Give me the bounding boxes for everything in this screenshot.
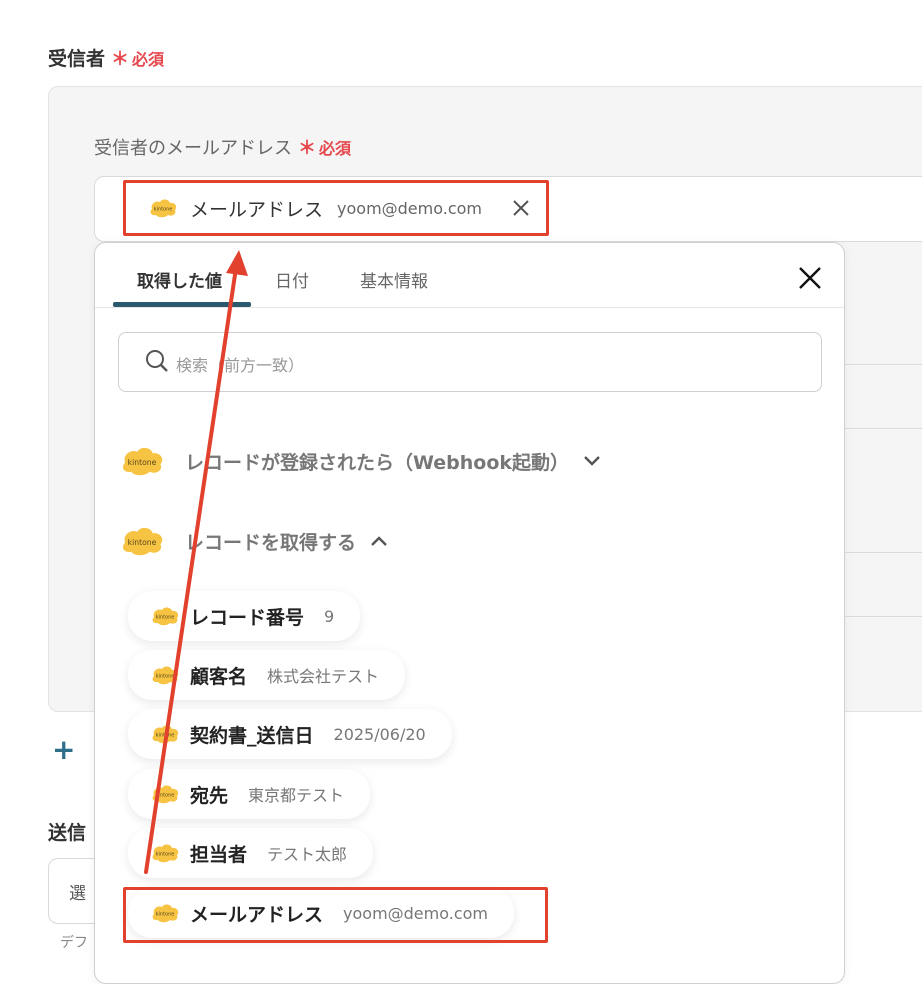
- list-item-person-in-charge[interactable]: kintone 担当者 テスト太郎: [128, 828, 374, 878]
- item-name: 契約書_送信日: [190, 724, 314, 747]
- tab-date[interactable]: 日付: [275, 267, 309, 292]
- kintone-logo-icon: kintone: [150, 723, 180, 745]
- close-icon[interactable]: [797, 265, 823, 291]
- item-value: テスト太郎: [267, 845, 348, 864]
- required-asterisk: ＊: [298, 138, 316, 159]
- list-item-destination[interactable]: kintone 宛先 東京都テスト: [128, 769, 371, 819]
- recipient-section-label: 受信者＊必須: [48, 44, 164, 71]
- required-asterisk: ＊: [111, 49, 130, 70]
- selected-value-chip[interactable]: kintone メールアドレス yoom@demo.com: [123, 180, 549, 236]
- item-name: 担当者: [190, 843, 248, 866]
- group-get-record[interactable]: kintone レコードを取得する: [119, 523, 388, 559]
- required-text: 必須: [132, 50, 165, 69]
- chip-field-value: yoom@demo.com: [337, 198, 482, 218]
- sender-section-label: 送信: [48, 822, 87, 844]
- email-field-label-text: 受信者のメールアドレス: [94, 138, 292, 159]
- item-value: yoom@demo.com: [343, 903, 488, 923]
- kintone-logo-icon: kintone: [119, 523, 165, 559]
- kintone-logo-icon: kintone: [148, 197, 178, 219]
- item-name: 宛先: [190, 784, 229, 807]
- tab-basic-info[interactable]: 基本情報: [360, 267, 428, 292]
- kintone-logo-icon: kintone: [150, 842, 180, 864]
- sender-help-text: デフ: [60, 935, 88, 951]
- svg-text:kintone: kintone: [154, 207, 173, 213]
- remove-chip-icon[interactable]: [510, 197, 532, 219]
- kintone-logo-icon: kintone: [150, 902, 180, 924]
- svg-text:kintone: kintone: [156, 733, 175, 739]
- chevron-up-icon: [370, 532, 388, 551]
- search-input[interactable]: 検索（前方一致）: [118, 332, 822, 392]
- email-field-label: 受信者のメールアドレス ＊必須: [94, 134, 351, 160]
- item-name: レコード番号: [190, 606, 305, 629]
- group-title: レコードが登録されたら（Webhook起動）: [185, 451, 570, 474]
- item-name: メールアドレス: [190, 903, 324, 926]
- svg-text:kintone: kintone: [128, 538, 157, 547]
- item-value: 東京都テスト: [248, 786, 345, 805]
- kintone-logo-icon: kintone: [119, 443, 165, 479]
- chevron-down-icon: [583, 452, 601, 471]
- active-tab-indicator: [113, 302, 251, 307]
- svg-text:kintone: kintone: [156, 852, 175, 858]
- item-value: 9: [324, 606, 335, 626]
- search-placeholder: 検索（前方一致）: [176, 356, 305, 375]
- kintone-logo-icon: kintone: [150, 664, 180, 686]
- item-name: 顧客名: [190, 665, 248, 688]
- list-item-customer-name[interactable]: kintone 顧客名 株式会社テスト: [128, 650, 406, 700]
- search-icon: [145, 349, 169, 377]
- svg-text:kintone: kintone: [156, 793, 175, 799]
- svg-text:kintone: kintone: [156, 912, 175, 918]
- popup-tabs: 取得した値 日付 基本情報: [95, 243, 844, 308]
- item-value: 2025/06/20: [333, 724, 426, 744]
- group-title: レコードを取得する: [185, 531, 357, 554]
- kintone-logo-icon: kintone: [150, 783, 180, 805]
- item-value: 株式会社テスト: [267, 667, 380, 686]
- group-record-registered[interactable]: kintone レコードが登録されたら（Webhook起動）: [119, 443, 601, 479]
- recipient-label: 受信者: [48, 48, 106, 70]
- kintone-logo-icon: kintone: [150, 605, 180, 627]
- svg-text:kintone: kintone: [156, 615, 175, 621]
- add-recipient-button[interactable]: +: [52, 733, 76, 769]
- svg-text:kintone: kintone: [156, 674, 175, 680]
- chip-field-name: メールアドレス: [190, 198, 324, 221]
- tab-acquired-values[interactable]: 取得した値: [137, 267, 222, 292]
- list-item-record-number[interactable]: kintone レコード番号 9: [128, 591, 361, 641]
- svg-text:kintone: kintone: [128, 458, 157, 467]
- sender-select-value: 選: [69, 884, 86, 904]
- required-text: 必須: [319, 139, 352, 158]
- list-item-contract-sent-date[interactable]: kintone 契約書_送信日 2025/06/20: [128, 709, 452, 759]
- list-item-email-address[interactable]: kintone メールアドレス yoom@demo.com: [128, 888, 514, 938]
